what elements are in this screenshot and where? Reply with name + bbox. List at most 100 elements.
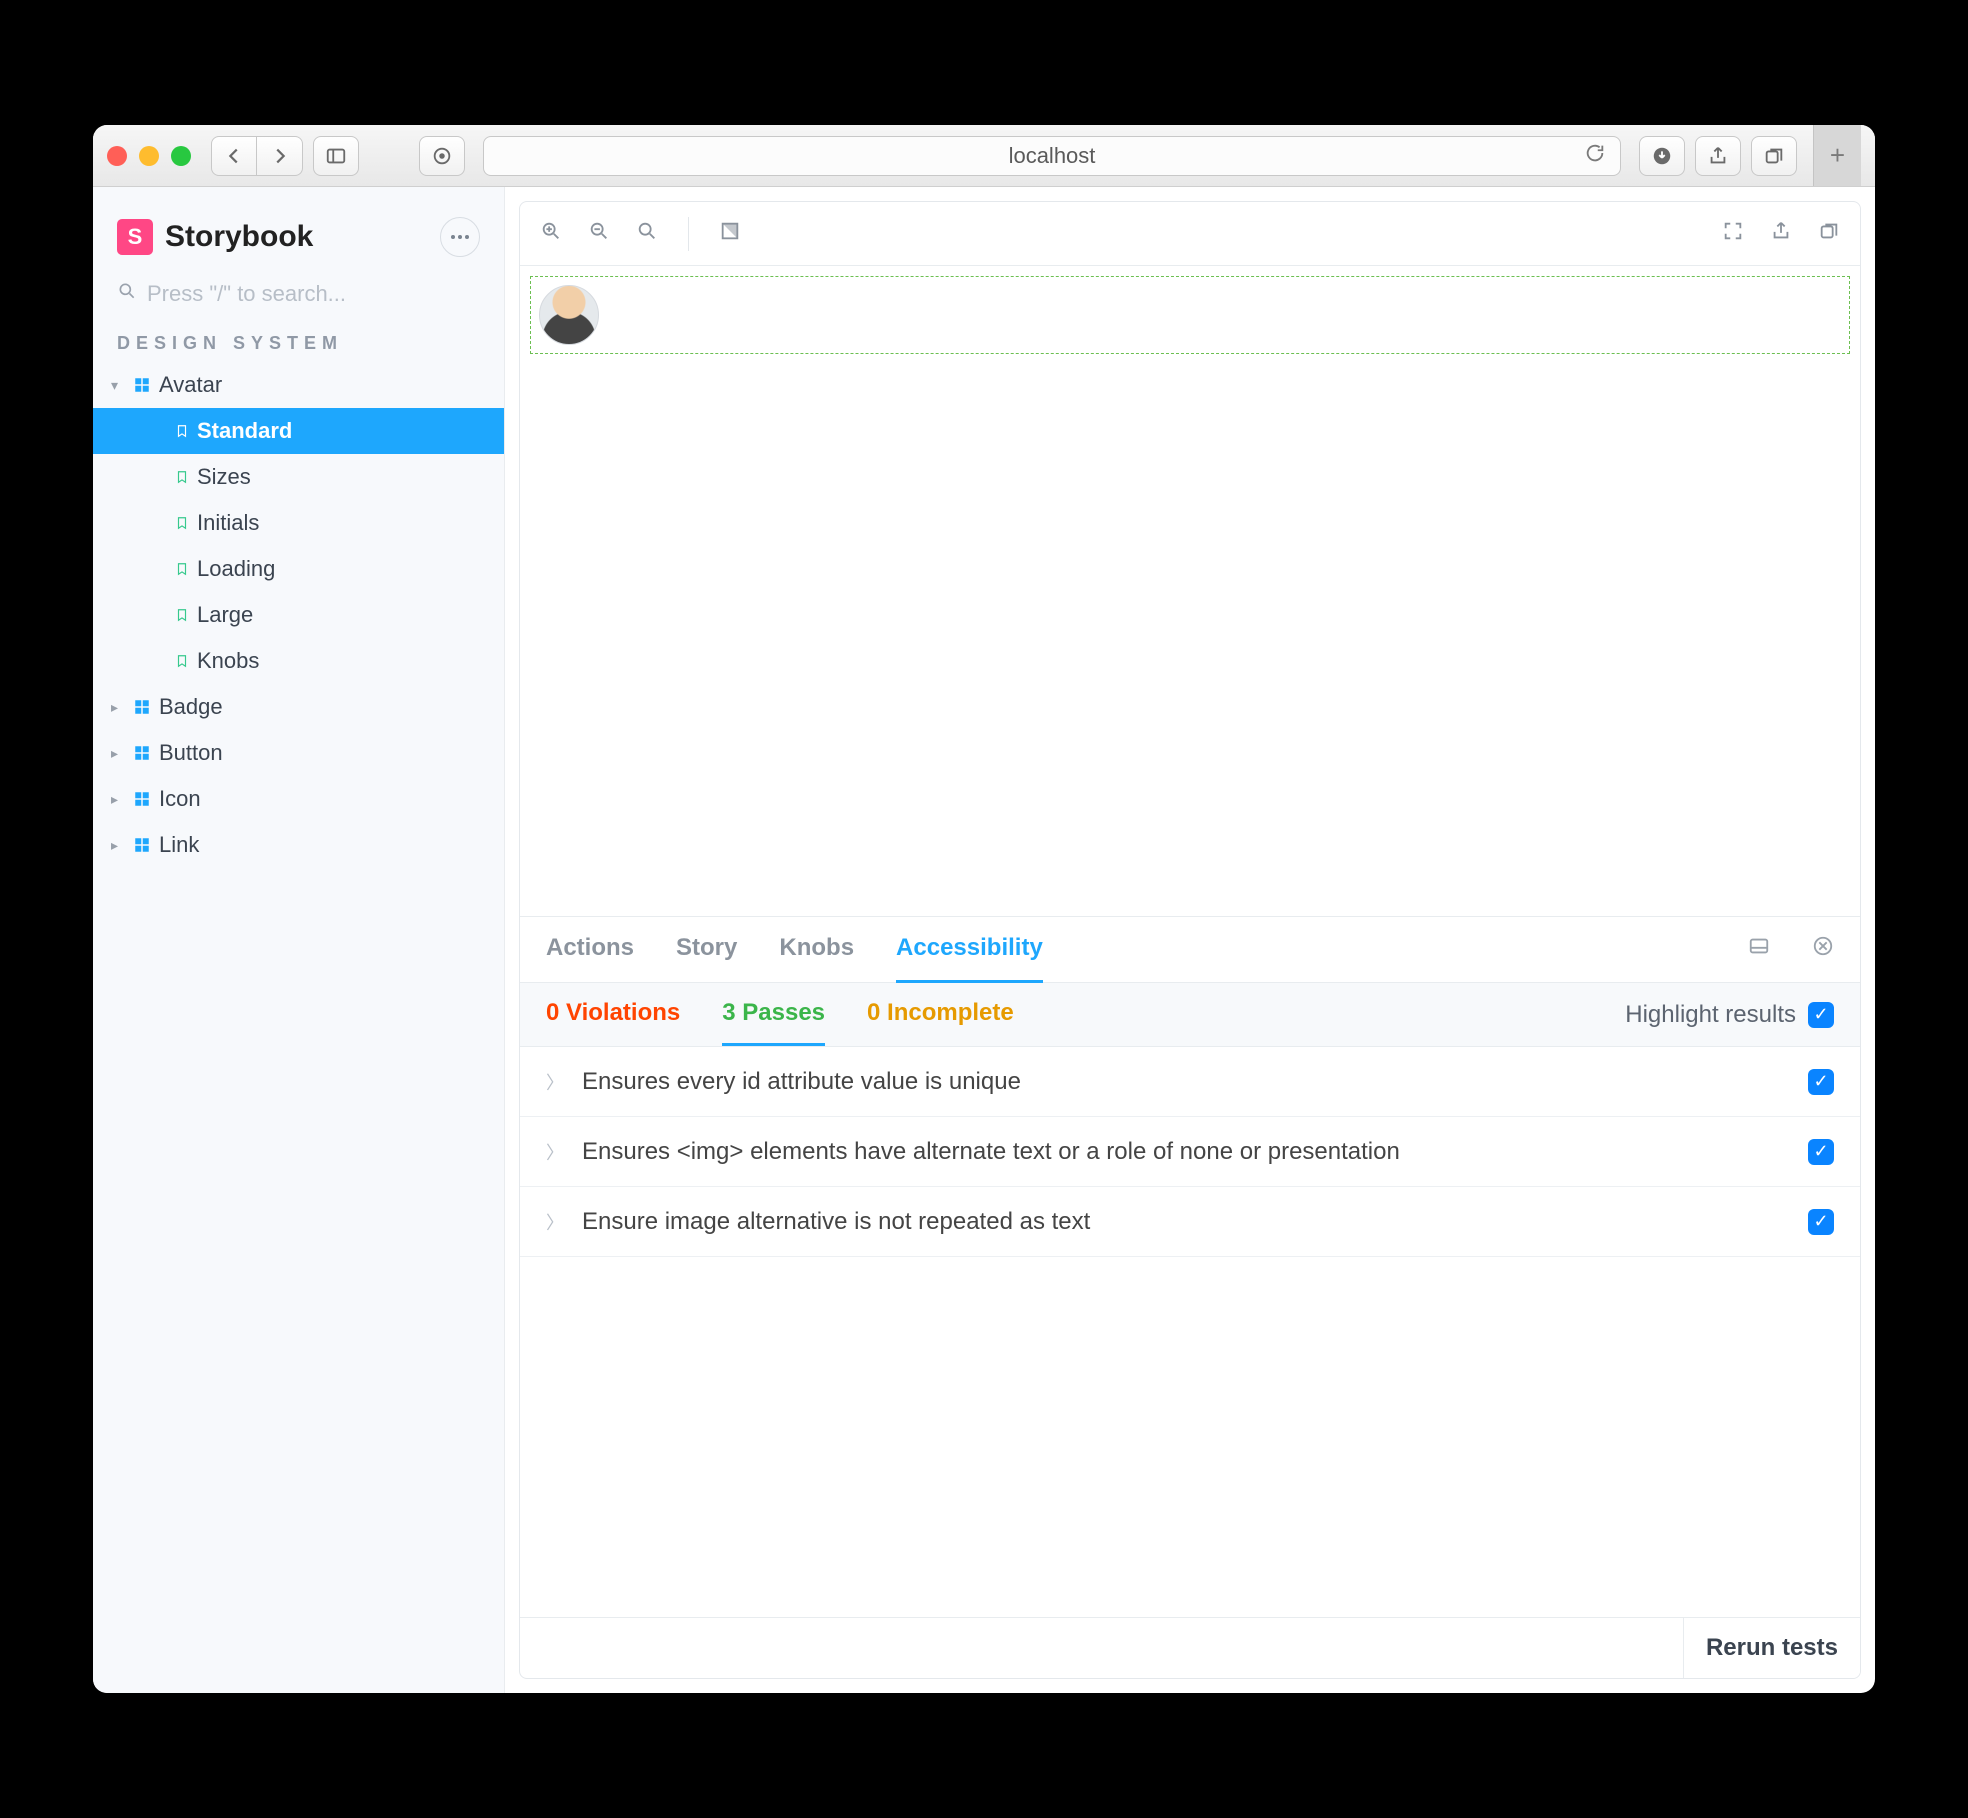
story-initials[interactable]: Initials bbox=[93, 500, 504, 546]
search-icon bbox=[117, 281, 137, 307]
zoom-reset-button[interactable] bbox=[636, 220, 658, 247]
component-button[interactable]: ▸ Button bbox=[93, 730, 504, 776]
component-avatar[interactable]: ▾ Avatar bbox=[93, 362, 504, 408]
zoom-in-button[interactable] bbox=[540, 220, 562, 247]
chevron-right-icon: 〉 bbox=[546, 1209, 564, 1235]
canvas: Actions Story Knobs Accessibility 0 Viol… bbox=[519, 201, 1861, 1679]
a11y-result-row[interactable]: 〉 Ensures <img> elements have alternate … bbox=[520, 1117, 1860, 1187]
privacy-report-button[interactable] bbox=[419, 136, 465, 176]
chevron-down-icon: ▾ bbox=[111, 377, 125, 394]
story-label: Standard bbox=[197, 418, 292, 444]
window-controls bbox=[107, 146, 191, 166]
downloads-button[interactable] bbox=[1639, 136, 1685, 176]
component-badge[interactable]: ▸ Badge bbox=[93, 684, 504, 730]
story-standard[interactable]: Standard bbox=[93, 408, 504, 454]
story-label: Initials bbox=[197, 510, 259, 536]
storybook-logo-icon: S bbox=[117, 219, 153, 255]
url-text: localhost bbox=[1009, 143, 1096, 169]
component-link[interactable]: ▸ Link bbox=[93, 822, 504, 868]
forward-button[interactable] bbox=[257, 136, 303, 176]
rerun-bar: Rerun tests bbox=[520, 1617, 1860, 1678]
share-button[interactable] bbox=[1695, 136, 1741, 176]
story-label: Large bbox=[197, 602, 253, 628]
result-text: Ensures <img> elements have alternate te… bbox=[582, 1138, 1400, 1166]
bookmark-icon bbox=[175, 607, 189, 623]
story-loading[interactable]: Loading bbox=[93, 546, 504, 592]
search-input[interactable] bbox=[147, 281, 480, 307]
checkbox-checked-icon[interactable]: ✓ bbox=[1808, 1069, 1834, 1095]
reload-icon[interactable] bbox=[1584, 142, 1606, 170]
sidebar-header: S Storybook bbox=[93, 207, 504, 271]
chevron-right-icon: ▸ bbox=[111, 745, 125, 762]
sidebar-toggle-button[interactable] bbox=[313, 136, 359, 176]
canvas-toolbar bbox=[520, 202, 1860, 266]
tab-knobs[interactable]: Knobs bbox=[779, 916, 854, 983]
a11y-result-row[interactable]: 〉 Ensure image alternative is not repeat… bbox=[520, 1187, 1860, 1257]
component-label: Icon bbox=[159, 786, 201, 812]
component-icon bbox=[133, 698, 151, 716]
copy-link-button[interactable] bbox=[1818, 220, 1840, 247]
component-label: Link bbox=[159, 832, 199, 858]
story-sizes[interactable]: Sizes bbox=[93, 454, 504, 500]
component-icon bbox=[133, 376, 151, 394]
tab-story[interactable]: Story bbox=[676, 916, 737, 983]
panel-position-button[interactable] bbox=[1748, 935, 1770, 964]
nav-buttons bbox=[211, 136, 303, 176]
chevron-right-icon: ▸ bbox=[111, 837, 125, 854]
chevron-right-icon: 〉 bbox=[546, 1069, 564, 1095]
a11y-tab-passes[interactable]: 3 Passes bbox=[722, 983, 825, 1046]
sidebar-section-title: Design System bbox=[93, 325, 504, 362]
browser-titlebar: localhost + bbox=[93, 125, 1875, 187]
a11y-result-tabs: 0 Violations 3 Passes 0 Incomplete Highl… bbox=[520, 983, 1860, 1047]
addon-tabs: Actions Story Knobs Accessibility bbox=[520, 917, 1860, 983]
address-bar[interactable]: localhost bbox=[483, 136, 1621, 176]
app-title: Storybook bbox=[165, 220, 428, 254]
story-label: Sizes bbox=[197, 464, 251, 490]
component-icon bbox=[133, 744, 151, 762]
a11y-tab-incomplete[interactable]: 0 Incomplete bbox=[867, 983, 1014, 1046]
main-panel: Actions Story Knobs Accessibility 0 Viol… bbox=[505, 187, 1875, 1693]
close-window-button[interactable] bbox=[107, 146, 127, 166]
highlight-label: Highlight results bbox=[1625, 1001, 1796, 1029]
story-large[interactable]: Large bbox=[93, 592, 504, 638]
close-panel-button[interactable] bbox=[1812, 935, 1834, 964]
zoom-window-button[interactable] bbox=[171, 146, 191, 166]
highlight-results-toggle[interactable]: Highlight results ✓ bbox=[1625, 1001, 1834, 1029]
result-text: Ensure image alternative is not repeated… bbox=[582, 1208, 1090, 1236]
story-knobs[interactable]: Knobs bbox=[93, 638, 504, 684]
minimize-window-button[interactable] bbox=[139, 146, 159, 166]
a11y-result-row[interactable]: 〉 Ensures every id attribute value is un… bbox=[520, 1047, 1860, 1117]
new-tab-button[interactable]: + bbox=[1813, 125, 1861, 186]
search-field[interactable] bbox=[117, 281, 480, 307]
component-label: Button bbox=[159, 740, 223, 766]
tab-accessibility[interactable]: Accessibility bbox=[896, 916, 1043, 983]
browser-window: localhost + S Storybook bbox=[93, 125, 1875, 1693]
bookmark-icon bbox=[175, 653, 189, 669]
result-text: Ensures every id attribute value is uniq… bbox=[582, 1068, 1021, 1096]
component-label: Avatar bbox=[159, 372, 222, 398]
preview-iframe bbox=[520, 266, 1860, 369]
story-tree: ▾ Avatar Standard Sizes bbox=[93, 362, 504, 868]
tab-actions[interactable]: Actions bbox=[546, 916, 634, 983]
sidebar: S Storybook Design System ▾ bbox=[93, 187, 505, 1693]
component-icon[interactable]: ▸ Icon bbox=[93, 776, 504, 822]
open-in-new-tab-button[interactable] bbox=[1770, 220, 1792, 247]
rerun-tests-button[interactable]: Rerun tests bbox=[1683, 1618, 1860, 1678]
chevron-right-icon: ▸ bbox=[111, 699, 125, 716]
checkbox-checked-icon[interactable]: ✓ bbox=[1808, 1209, 1834, 1235]
fullscreen-button[interactable] bbox=[1722, 220, 1744, 247]
story-label: Loading bbox=[197, 556, 275, 582]
checkbox-checked-icon[interactable]: ✓ bbox=[1808, 1139, 1834, 1165]
bookmark-icon bbox=[175, 561, 189, 577]
sidebar-menu-button[interactable] bbox=[440, 217, 480, 257]
back-button[interactable] bbox=[211, 136, 257, 176]
chevron-right-icon: 〉 bbox=[546, 1139, 564, 1165]
background-toggle-button[interactable] bbox=[719, 220, 741, 247]
chevron-right-icon: ▸ bbox=[111, 791, 125, 808]
addons-panel: Actions Story Knobs Accessibility 0 Viol… bbox=[520, 916, 1860, 1678]
a11y-tab-violations[interactable]: 0 Violations bbox=[546, 983, 680, 1046]
tabs-button[interactable] bbox=[1751, 136, 1797, 176]
preview-highlight-outline bbox=[530, 276, 1850, 354]
zoom-out-button[interactable] bbox=[588, 220, 610, 247]
bookmark-icon bbox=[175, 469, 189, 485]
